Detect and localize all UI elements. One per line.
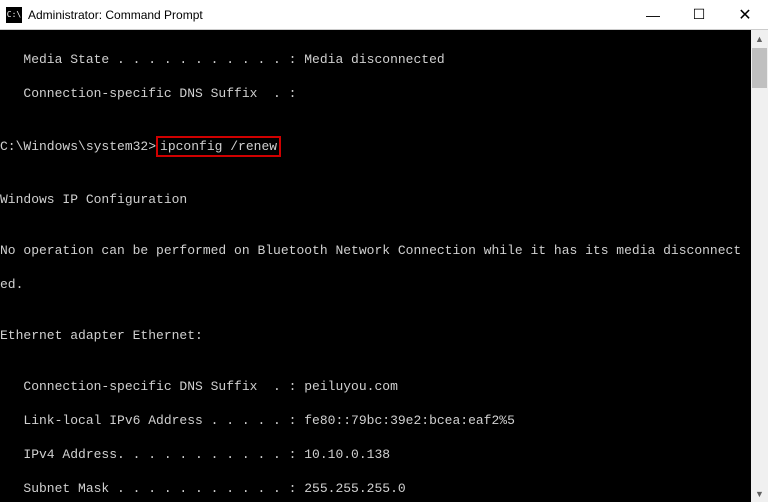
maximize-button[interactable]: ☐	[676, 0, 722, 29]
window-title: Administrator: Command Prompt	[28, 8, 630, 22]
scroll-up-button[interactable]: ▲	[751, 30, 768, 47]
output-line: No operation can be performed on Bluetoo…	[0, 242, 768, 259]
window-controls: — ☐ ✕	[630, 0, 768, 29]
output-line: Connection-specific DNS Suffix . : peilu…	[0, 378, 768, 395]
minimize-button[interactable]: —	[630, 0, 676, 29]
output-line: Subnet Mask . . . . . . . . . . . : 255.…	[0, 480, 768, 497]
titlebar[interactable]: C:\ Administrator: Command Prompt — ☐ ✕	[0, 0, 768, 30]
adapter-heading: Ethernet adapter Ethernet:	[0, 327, 768, 344]
prompt-path: C:\Windows\system32>	[0, 139, 156, 154]
output-line: Link-local IPv6 Address . . . . . : fe80…	[0, 412, 768, 429]
terminal-output[interactable]: Media State . . . . . . . . . . . : Medi…	[0, 30, 768, 502]
output-line: Connection-specific DNS Suffix . :	[0, 85, 768, 102]
close-button[interactable]: ✕	[722, 0, 768, 29]
output-heading: Windows IP Configuration	[0, 191, 768, 208]
output-line: ed.	[0, 276, 768, 293]
scroll-down-button[interactable]: ▼	[751, 485, 768, 502]
command-highlight: ipconfig /renew	[156, 136, 281, 157]
cmd-icon: C:\	[6, 7, 22, 23]
output-line: Media State . . . . . . . . . . . : Medi…	[0, 51, 768, 68]
prompt-line: C:\Windows\system32>ipconfig /renew	[0, 136, 768, 157]
output-line: IPv4 Address. . . . . . . . . . . : 10.1…	[0, 446, 768, 463]
scroll-thumb[interactable]	[752, 48, 767, 88]
scrollbar[interactable]: ▲ ▼	[751, 30, 768, 502]
